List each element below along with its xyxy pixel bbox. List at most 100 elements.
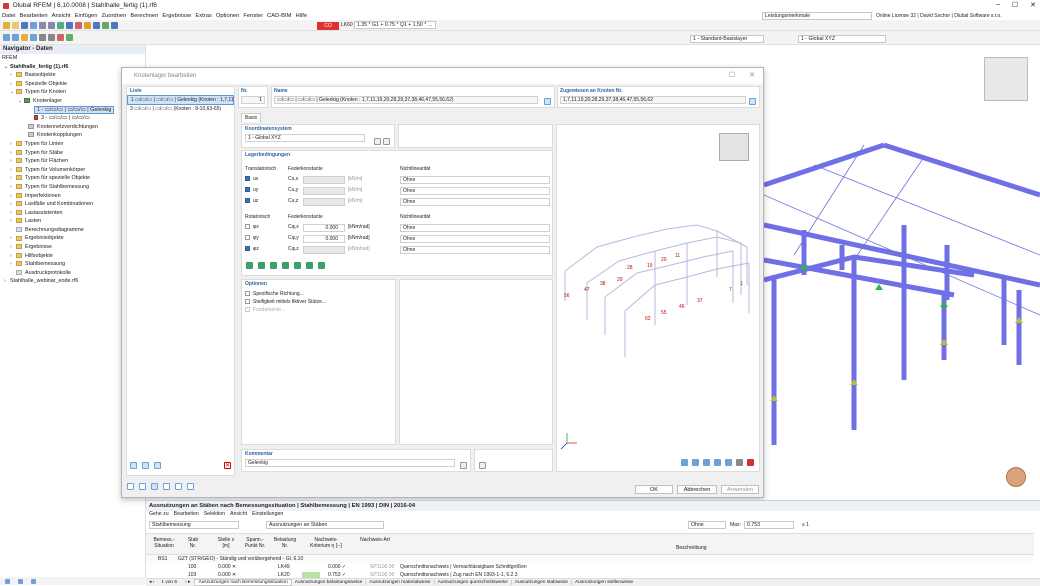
load-icon[interactable] <box>57 34 64 41</box>
results-menu-settings[interactable]: Einstellungen <box>252 511 283 518</box>
preview-numbering-icon[interactable] <box>714 459 721 466</box>
menu-fenster[interactable]: Fenster <box>243 13 263 19</box>
fictitious-column-checkbox[interactable] <box>245 299 250 305</box>
result-table-select[interactable]: Ausnutzungen an Stäben <box>266 521 384 529</box>
dialog-maximize-button[interactable]: ☐ <box>729 71 735 79</box>
close-button[interactable]: ✕ <box>1030 1 1036 9</box>
option-specific-direction[interactable]: Spezifische Richtung... <box>242 288 395 298</box>
check-icon[interactable] <box>66 34 73 41</box>
preview-reset-icon[interactable] <box>747 459 754 466</box>
nonlinearity-select[interactable]: Ohne <box>400 187 550 195</box>
print-icon[interactable] <box>30 22 37 29</box>
spring-input[interactable] <box>303 246 345 254</box>
option-fictitious-column[interactable]: Steifigkeit mittels fiktiver Stütze... <box>242 298 395 306</box>
tab-by-member[interactable]: Ausnutzungen stabweise <box>512 580 573 585</box>
phiy-checkbox[interactable] <box>245 235 250 240</box>
undo-icon[interactable] <box>39 22 46 29</box>
assigned-nodes-field[interactable]: 1,7,11,19,20,28,29,37,38,46,47,55,56,62 <box>560 96 746 104</box>
units-icon[interactable] <box>139 483 146 490</box>
results-menu-edit[interactable]: Bearbeiten <box>174 511 199 518</box>
menu-einfuegen[interactable]: Einfügen <box>75 13 98 19</box>
redo-icon[interactable] <box>48 22 55 29</box>
tree-root[interactable]: RFEM <box>0 54 145 63</box>
preview-render-icon[interactable] <box>725 459 732 466</box>
uy-checkbox[interactable] <box>245 187 250 192</box>
name-field[interactable]: ▭/▭/▭ | ▭/▭/▭ | Gelenkig (Knoten : 1,7,1… <box>274 96 538 104</box>
menu-berechnen[interactable]: Berechnen <box>130 13 158 19</box>
pin-icon[interactable] <box>175 483 182 490</box>
menu-ansicht[interactable]: Ansicht <box>52 13 71 19</box>
model-select-icon[interactable] <box>151 483 158 490</box>
preset-fixed-icon[interactable] <box>282 262 289 269</box>
spring-input[interactable]: 0.000 <box>303 224 345 232</box>
max-value-field[interactable]: 0.753 <box>744 521 794 529</box>
render-icon[interactable] <box>75 22 82 29</box>
preset-hinged-icon[interactable] <box>258 262 265 269</box>
coord-system-select[interactable]: 1 - Global XYZ <box>245 134 365 142</box>
pick-nodes-icon[interactable] <box>749 98 756 105</box>
edit-name-icon[interactable] <box>544 98 551 105</box>
table-row[interactable]: 100 0.000 ✕ LK49 0.000 ✓ SP1100.00 Quers… <box>146 563 1034 571</box>
filter-select[interactable]: Ohne <box>688 521 726 529</box>
specific-direction-checkbox[interactable] <box>245 291 250 297</box>
uz-checkbox[interactable] <box>245 198 250 203</box>
view-icon[interactable] <box>93 22 100 29</box>
model-icon[interactable] <box>102 22 109 29</box>
menu-cad-bim[interactable]: CAD-BIM <box>267 13 291 19</box>
phiz-checkbox[interactable] <box>245 246 250 251</box>
table-row[interactable]: BS1 GZT (STR/GEO) - Ständig und vorüberg… <box>146 555 1034 563</box>
new-item-icon[interactable] <box>130 462 137 469</box>
preset-custom-icon[interactable] <box>318 262 325 269</box>
coord-edit-icon[interactable] <box>383 138 390 145</box>
comment-library-icon[interactable] <box>479 462 486 469</box>
cancel-button[interactable]: Abbrechen <box>677 485 717 494</box>
nonlinearity-select[interactable]: Ohne <box>400 235 550 243</box>
coord-new-icon[interactable] <box>374 138 381 145</box>
node-icon[interactable] <box>3 34 10 41</box>
comment-edit-icon[interactable] <box>460 462 467 469</box>
spring-input[interactable]: 0.000 <box>303 235 345 243</box>
open-file-icon[interactable] <box>12 22 19 29</box>
coordinate-system-select[interactable]: 1 - Global XYZ <box>798 35 886 43</box>
design-type-select[interactable]: Stahlbemessung <box>149 521 239 529</box>
ux-checkbox[interactable] <box>245 176 250 181</box>
table-icon[interactable] <box>66 22 73 29</box>
nonlinearity-select[interactable]: Ohne <box>400 176 550 184</box>
surface-icon[interactable] <box>30 34 37 41</box>
apply-button[interactable]: Anwenden <box>721 485 759 494</box>
ok-button[interactable]: OK <box>635 485 673 494</box>
prev-page-button[interactable]: ◂ ‹ <box>146 580 157 585</box>
data-tab-icon[interactable] <box>5 579 10 584</box>
preview-axes-icon[interactable] <box>692 459 699 466</box>
spring-input[interactable] <box>303 187 345 195</box>
preview-view-icon[interactable] <box>681 459 688 466</box>
basislayer-select[interactable]: 1 - Standard-Basislayer <box>690 35 764 43</box>
display-tab-icon[interactable] <box>18 579 23 584</box>
menu-bearbeiten[interactable]: Bearbeiten <box>20 13 48 19</box>
list-item-support-3[interactable]: 3 ▭/▭/▭ | ▭/▭/▭ (Knoten : 8-10,63-65) <box>127 105 234 113</box>
nonlinearity-select[interactable]: Ohne <box>400 198 550 206</box>
preview-view-cube-icon[interactable] <box>719 133 749 161</box>
nr-field[interactable]: 1 <box>241 96 265 104</box>
delete-icon[interactable]: ✕ <box>224 462 231 469</box>
next-page-button[interactable]: › ▸ <box>181 580 194 585</box>
hinge-icon[interactable] <box>48 34 55 41</box>
menu-optionen[interactable]: Optionen <box>216 13 240 19</box>
list-item-support-1[interactable]: 1 ▭/▭/▭ | ▭/▭/▭ | Gelenkig (Knoten : 1,7… <box>127 95 234 105</box>
spring-input[interactable] <box>303 198 345 206</box>
support-icon[interactable] <box>39 34 46 41</box>
tab-basis[interactable]: Basis <box>241 113 261 122</box>
settings-icon[interactable] <box>187 483 194 490</box>
menu-datei[interactable]: Datei <box>2 13 16 19</box>
grid-icon[interactable] <box>111 22 118 29</box>
tab-by-section[interactable]: Ausnutzungen querschnittsweise <box>435 580 512 585</box>
save-icon[interactable] <box>21 22 28 29</box>
nonlinearity-select[interactable]: Ohne <box>400 224 550 232</box>
results-menu-view[interactable]: Ansicht <box>230 511 247 518</box>
preview-print-icon[interactable] <box>736 459 743 466</box>
copy-item-icon[interactable] <box>142 462 149 469</box>
combination-formula-select[interactable]: 1.35 * G1 + 0.75 * Q1 + 1.50 * ... <box>354 21 436 29</box>
calculate-icon[interactable] <box>57 22 64 29</box>
member-icon[interactable] <box>21 34 28 41</box>
phix-checkbox[interactable] <box>245 224 250 229</box>
